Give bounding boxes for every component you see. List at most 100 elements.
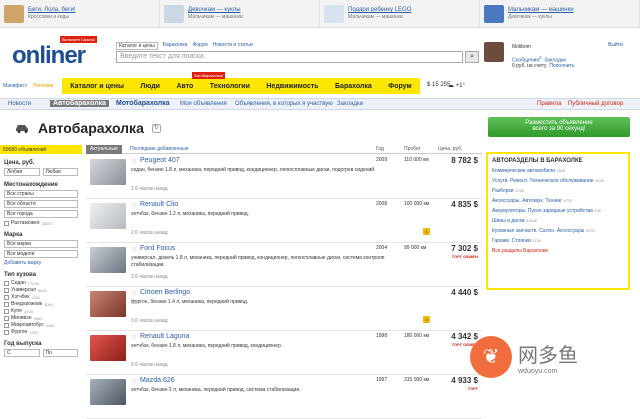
- body-type-option[interactable]: Внедорожник 3064: [4, 301, 78, 307]
- promo-item[interactable]: Девочкам — куклы Мальчикам — машинки: [160, 0, 320, 27]
- customs-checkbox[interactable]: Растаможен 38357: [4, 220, 78, 226]
- listing-row[interactable]: ☆ Mazda 626 хетчбэк, бензин 2 л, механик…: [86, 375, 482, 419]
- checkbox[interactable]: [4, 329, 9, 335]
- section-link[interactable]: Шины и диски 31646: [492, 218, 624, 224]
- year-from-select[interactable]: С: [4, 349, 40, 357]
- star-icon[interactable]: ☆: [131, 333, 137, 341]
- topup-link[interactable]: Пополнить: [549, 63, 574, 69]
- section-link[interactable]: Разборки 1748: [492, 188, 624, 194]
- section-link[interactable]: Коммерческие автомобили 2845: [492, 168, 624, 174]
- manifest-link[interactable]: Манифест: [0, 83, 30, 89]
- search-scope-news[interactable]: Новости и статьи: [213, 42, 253, 50]
- section-link[interactable]: Гаражи. Стоянки 2136: [492, 238, 624, 244]
- add-ad-button[interactable]: Разместить объявление всего за 90 секунд!: [488, 117, 630, 137]
- model-select[interactable]: Все модели: [4, 250, 78, 258]
- car-model[interactable]: Ford Focus: [140, 245, 175, 252]
- car-photo[interactable]: [90, 247, 126, 273]
- col-mileage[interactable]: Пробег: [404, 146, 421, 152]
- logout-link[interactable]: Выйти: [608, 42, 623, 48]
- contract-link[interactable]: Публичный договор: [568, 101, 623, 107]
- nav-people[interactable]: Люди: [140, 83, 160, 90]
- brand-select[interactable]: Все марки: [4, 240, 78, 248]
- nav-auto[interactable]: Авто: [176, 83, 193, 90]
- add-brand-link[interactable]: Добавить марку: [4, 260, 78, 266]
- city-select[interactable]: Все города: [4, 210, 78, 218]
- star-icon[interactable]: ☆: [131, 157, 137, 165]
- star-icon[interactable]: ☆: [131, 289, 137, 297]
- car-model[interactable]: Mazda 626: [140, 377, 175, 384]
- star-icon[interactable]: ☆: [131, 245, 137, 253]
- listing-row[interactable]: ☆ Peugeot 407 седан, бензин 1.8 л, механ…: [86, 155, 482, 199]
- car-photo[interactable]: [90, 203, 126, 229]
- search-button[interactable]: ⌕: [465, 51, 479, 63]
- promo-item[interactable]: Мальчикам — машинки Девочкам — куклы: [480, 0, 640, 27]
- region-select[interactable]: Все области: [4, 200, 78, 208]
- body-type-option[interactable]: Микроавтобус 4483: [4, 322, 78, 328]
- search-input[interactable]: Введите текст для поиска: [116, 51, 463, 63]
- listing-row[interactable]: ☆ Renault Clio хетчбэк, бензин 1.2 л, ме…: [86, 199, 482, 243]
- col-year[interactable]: Год: [376, 146, 384, 152]
- search-scope-baraholka[interactable]: Барахолка: [163, 42, 188, 50]
- promo-title[interactable]: Подари ребенку LEGO: [348, 7, 411, 13]
- checkbox[interactable]: [4, 220, 9, 226]
- car-photo[interactable]: [90, 291, 126, 317]
- subnav-auto-current[interactable]: Автобарахолка: [50, 100, 109, 107]
- car-photo[interactable]: [90, 335, 126, 361]
- star-icon[interactable]: ☆: [131, 201, 137, 209]
- nav-tech[interactable]: Технологии: [210, 83, 250, 90]
- checkbox[interactable]: [4, 294, 9, 300]
- checkbox[interactable]: [4, 280, 9, 286]
- nav-realty[interactable]: Недвижимость: [266, 83, 318, 90]
- all-sections-link[interactable]: Все разделы Барахолки: [492, 248, 624, 254]
- weather[interactable]: ☁ +1°: [448, 82, 465, 89]
- search-scope-forum[interactable]: Форум: [192, 42, 207, 50]
- promo-title[interactable]: Беги, Лола, беги!: [28, 7, 75, 13]
- logo-tag[interactable]: Включите Гамать!: [60, 36, 98, 43]
- star-icon[interactable]: ☆: [131, 377, 137, 385]
- subnav-bookmarks[interactable]: Закладки: [337, 101, 363, 107]
- checkbox[interactable]: [4, 301, 9, 307]
- section-link[interactable]: Кузовные запчасти. Салон. Аксессуары 547…: [492, 228, 624, 234]
- year-to-select[interactable]: По: [42, 349, 78, 357]
- body-type-option[interactable]: Универсал 8633: [4, 287, 78, 293]
- tab-actual[interactable]: Актуальные: [86, 145, 122, 154]
- body-type-option[interactable]: Фургон 1291: [4, 329, 78, 335]
- country-select[interactable]: Все страны: [4, 190, 78, 198]
- promo-item[interactable]: Подари ребенку LEGO Мальчикам — машинки: [320, 0, 480, 27]
- car-model[interactable]: Citroen Berlingo: [140, 289, 190, 296]
- listing-row[interactable]: ☆ Renault Laguna хетчбэк, бензин 1.8 л, …: [86, 331, 482, 375]
- car-model[interactable]: Renault Clio: [140, 201, 178, 208]
- refresh-button[interactable]: ↻: [151, 123, 161, 133]
- subnav-participating[interactable]: Объявления, в которых я участвую: [235, 101, 333, 107]
- body-type-option[interactable]: Седан 17436: [4, 280, 78, 286]
- promo-title[interactable]: Мальчикам — машинки: [508, 7, 574, 13]
- nav-forum[interactable]: Форум: [388, 83, 411, 90]
- subnav-news[interactable]: Новости: [8, 101, 31, 107]
- subnav-my-ads[interactable]: Мои объявления: [180, 101, 227, 107]
- car-model[interactable]: Peugeot 407: [140, 157, 180, 164]
- section-link[interactable]: Аккумуляторы. Пуско-зарядные устройства …: [492, 208, 624, 214]
- promo-item[interactable]: Беги, Лола, беги! Кроссовки и кеды: [0, 0, 160, 27]
- listing-row[interactable]: ☆ Ford Focus универсал, дизель 1.8 л, ме…: [86, 243, 482, 287]
- section-link[interactable]: Услуги. Ремонт. Техническое обслуживание…: [492, 178, 624, 184]
- section-link[interactable]: Аксессуары. Автозвук. Тюнинг 8720: [492, 198, 624, 204]
- price-to-select[interactable]: Любая: [42, 168, 78, 176]
- nav-catalog[interactable]: Каталог и цены: [70, 83, 124, 90]
- checkbox[interactable]: [4, 308, 9, 314]
- currency-rate[interactable]: $ 15 255: [427, 82, 450, 88]
- checkbox[interactable]: [4, 315, 9, 321]
- car-photo[interactable]: [90, 159, 126, 185]
- col-price[interactable]: Цена, руб.: [438, 146, 462, 152]
- nav-badge[interactable]: Автобарахолка!: [192, 72, 226, 79]
- nav-baraholka[interactable]: Барахолка: [335, 83, 372, 90]
- price-from-select[interactable]: Любая: [4, 168, 40, 176]
- listing-row[interactable]: ☆ Citroen Berlingo фургон, бензин 1.4 л,…: [86, 287, 482, 331]
- promo-title[interactable]: Девочкам — куклы: [188, 7, 243, 13]
- checkbox[interactable]: [4, 322, 9, 328]
- username[interactable]: Molibom: [512, 44, 531, 50]
- avatar[interactable]: [484, 42, 504, 62]
- tab-recent[interactable]: Последние добавленные: [130, 146, 188, 152]
- car-model[interactable]: Renault Laguna: [140, 333, 189, 340]
- search-scope-catalog[interactable]: Каталог и цены: [116, 42, 158, 50]
- body-type-option[interactable]: Минивэн 3063: [4, 315, 78, 321]
